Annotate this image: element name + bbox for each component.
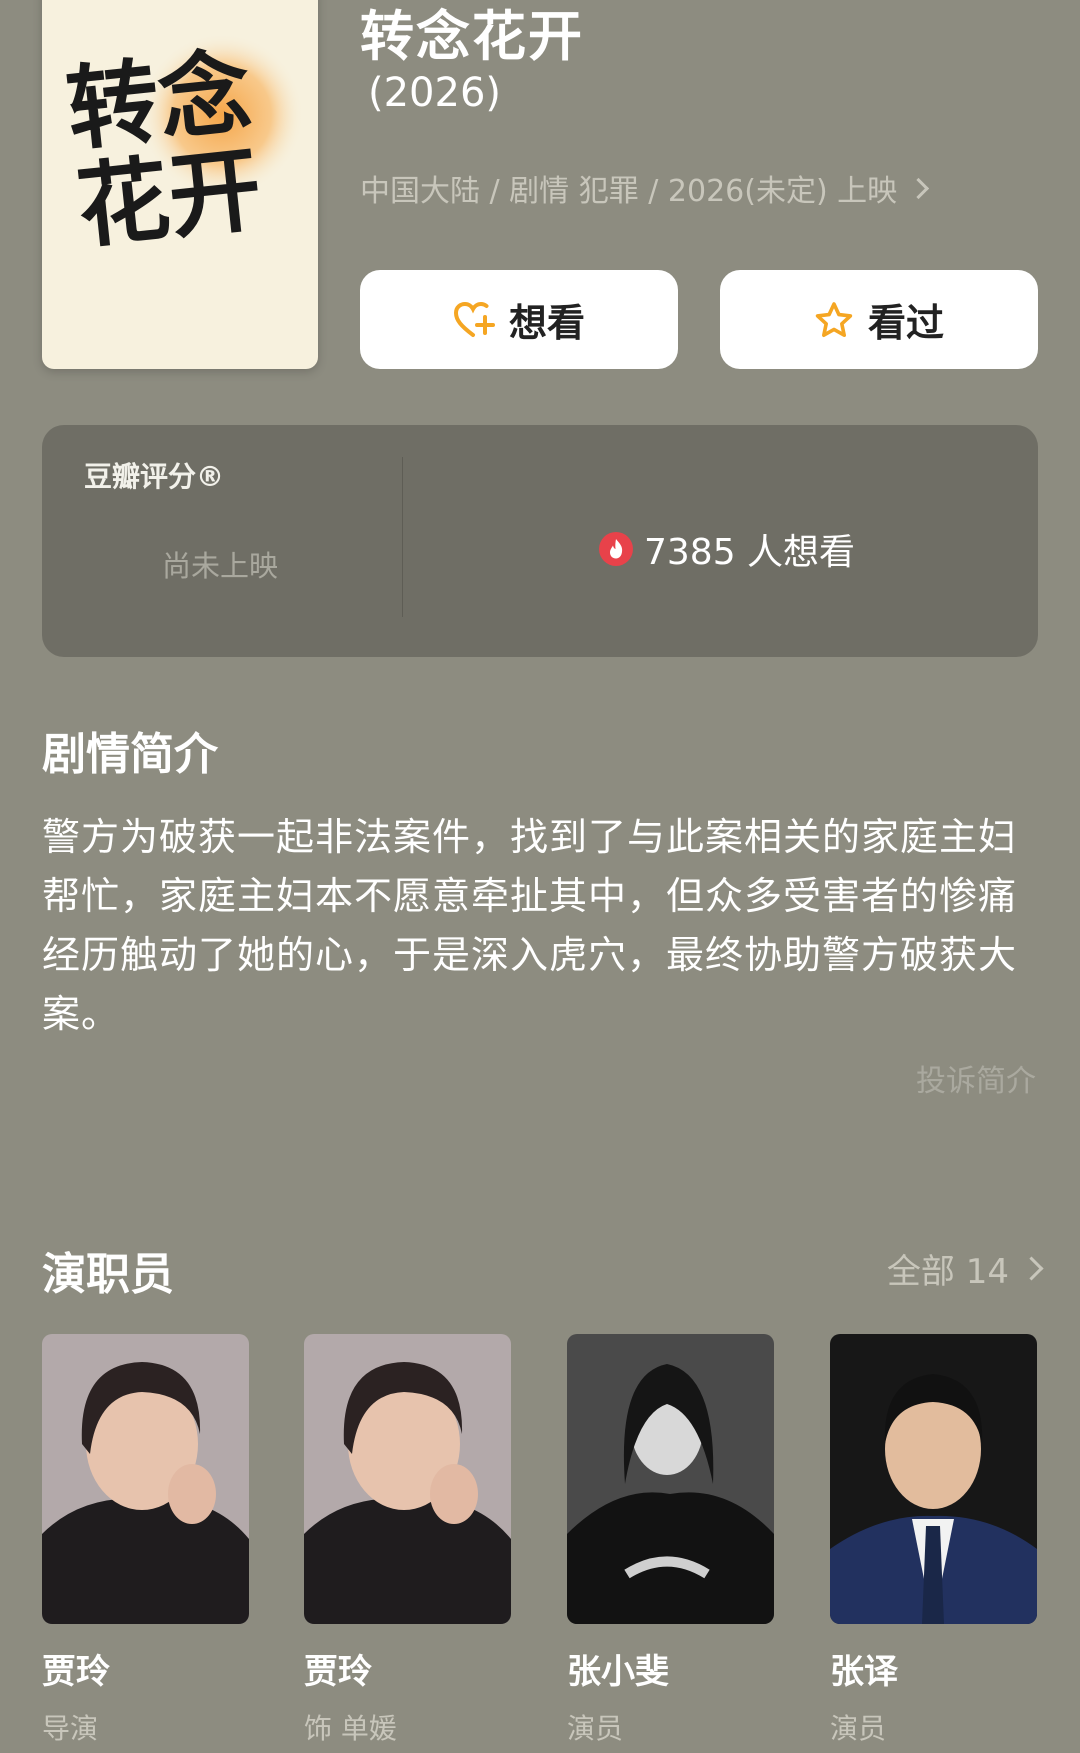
want-count: 7385 人想看: [598, 523, 855, 575]
star-icon: [815, 301, 853, 337]
cast-card[interactable]: 张小斐 演员: [567, 1334, 774, 1747]
cast-role: 演员: [567, 1712, 624, 1745]
cast-name: 张译: [830, 1652, 898, 1692]
synopsis-text: 警方为破获一起非法案件，找到了与此案相关的家庭主妇帮忙，家庭主妇本不愿意牵扯其中…: [42, 815, 1018, 1036]
cast-title: 演职员: [42, 1249, 174, 1300]
watched-button[interactable]: 看过: [720, 270, 1038, 369]
douban-rating-label: 豆瓣评分®: [84, 460, 225, 493]
cast-photo: [42, 1334, 249, 1624]
heart-plus-icon: [453, 301, 495, 337]
cast-photo: [304, 1334, 511, 1624]
cast-card[interactable]: 贾玲 饰 单媛: [304, 1334, 511, 1747]
movie-year: (2026): [368, 70, 502, 116]
cast-name: 贾玲: [42, 1652, 110, 1692]
movie-meta-text: 中国大陆 / 剧情 犯罪 / 2026(未定) 上映: [360, 174, 898, 209]
cast-all-link[interactable]: 全部 14: [886, 1244, 1044, 1293]
cast-card[interactable]: 张译 演员: [830, 1334, 1037, 1747]
cast-all-label: 全部 14: [886, 1252, 1009, 1292]
want-to-watch-label: 想看: [508, 301, 585, 345]
cast-card[interactable]: 贾玲 导演: [42, 1334, 249, 1747]
rating-status: 尚未上映: [162, 549, 279, 583]
rating-divider: [402, 457, 403, 617]
want-count-text: 7385 人想看: [644, 532, 856, 573]
cast-role: 饰 单媛: [304, 1712, 397, 1745]
synopsis-title: 剧情简介: [42, 729, 218, 780]
watched-label: 看过: [867, 301, 944, 345]
cast-photo: [567, 1334, 774, 1624]
chevron-right-icon: [1019, 1256, 1044, 1281]
cast-name: 张小斐: [567, 1652, 669, 1692]
want-to-watch-button[interactable]: 想看: [360, 270, 678, 369]
poster-calligraphy: 转念花开: [61, 37, 267, 262]
report-synopsis-link[interactable]: 投诉简介: [916, 1056, 1036, 1100]
cast-role: 演员: [830, 1712, 887, 1745]
cast-name: 贾玲: [304, 1652, 372, 1692]
cast-role: 导演: [42, 1712, 99, 1745]
rating-card[interactable]: 豆瓣评分® 尚未上映 7385 人想看: [42, 425, 1038, 657]
cast-photo: [830, 1334, 1037, 1624]
movie-title: 转念花开: [360, 5, 584, 68]
movie-meta-link[interactable]: 中国大陆 / 剧情 犯罪 / 2026(未定) 上映: [360, 166, 930, 210]
movie-poster[interactable]: 转念花开: [42, 0, 318, 369]
chevron-right-icon: [908, 177, 930, 199]
fire-icon: [599, 532, 633, 566]
